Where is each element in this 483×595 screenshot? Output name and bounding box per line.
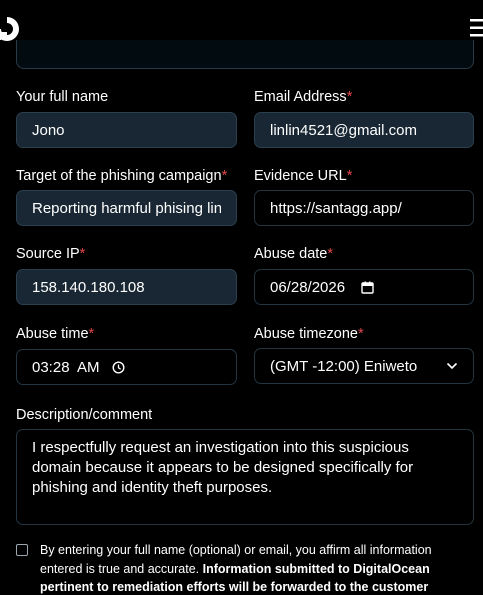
abuse-date-input[interactable]: 06/28/2026 xyxy=(254,269,474,305)
target-input[interactable]: Reporting harmful phising lin xyxy=(16,190,237,226)
target-value: Reporting harmful phising lin xyxy=(32,199,221,217)
evidence-url-label: Evidence URL* xyxy=(254,168,353,184)
abuse-timezone-label: Abuse timezone* xyxy=(254,326,364,342)
source-ip-value: 158.140.180.108 xyxy=(32,278,145,296)
description-label: Description/comment xyxy=(16,407,153,423)
description-line: phishing and identity theft purposes. xyxy=(32,479,273,496)
source-ip-input[interactable]: 158.140.180.108 xyxy=(16,269,237,305)
full-name-input[interactable]: Jono xyxy=(16,112,237,148)
abuse-timezone-select[interactable]: (GMT -12:00) Eniweto xyxy=(254,348,474,384)
abuse-time-input[interactable]: 03:28 AM xyxy=(16,349,237,385)
hamburger-menu-icon[interactable] xyxy=(468,17,483,39)
chevron-down-icon[interactable] xyxy=(446,362,458,370)
description-line: domain because it appears to be designed… xyxy=(32,459,414,476)
clock-icon[interactable] xyxy=(112,360,125,374)
abuse-date-value: 06/28/2026 xyxy=(270,278,346,296)
full-name-value: Jono xyxy=(32,121,65,139)
abuse-time-value: 03:28 AM xyxy=(32,358,100,376)
target-label: Target of the phishing campaign* xyxy=(16,168,228,184)
calendar-icon[interactable] xyxy=(361,281,374,294)
email-input[interactable]: linlin4521@gmail.com xyxy=(254,112,474,148)
description-textarea[interactable]: I respectfully request an investigation … xyxy=(16,429,474,525)
source-ip-label: Source IP* xyxy=(16,246,86,262)
abuse-time-label: Abuse time* xyxy=(16,326,95,342)
evidence-url-input[interactable]: https://santagg.app/ xyxy=(254,190,474,226)
abuse-date-label: Abuse date* xyxy=(254,246,334,262)
abuse-timezone-value: (GMT -12:00) Eniweto xyxy=(270,357,418,375)
email-value: linlin4521@gmail.com xyxy=(270,121,417,139)
description-line: I respectfully request an investigation … xyxy=(32,439,409,456)
evidence-url-value: https://santagg.app/ xyxy=(270,199,402,217)
full-name-label: Your full name xyxy=(16,89,109,105)
email-label: Email Address* xyxy=(254,89,353,105)
previous-field-partial[interactable] xyxy=(16,40,474,69)
consent-text: By entering your full name (optional) or… xyxy=(40,543,432,594)
consent-checkbox[interactable] xyxy=(16,544,28,556)
